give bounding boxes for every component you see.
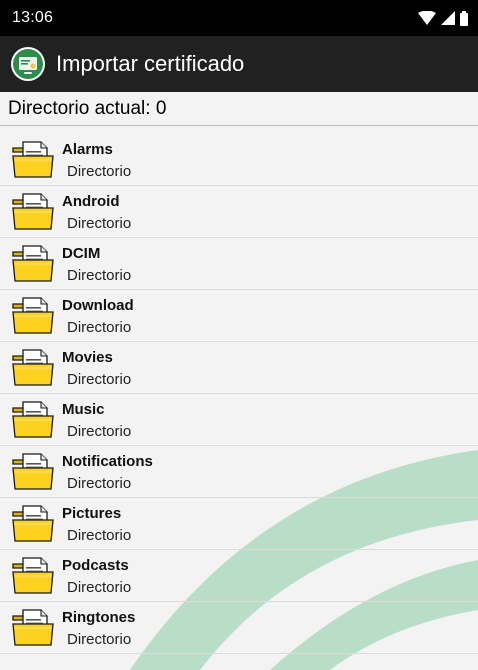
list-item[interactable]: Android Directorio [0, 186, 478, 238]
status-time: 13:06 [12, 9, 54, 26]
folder-icon [12, 349, 54, 386]
item-name: Alarms [62, 141, 113, 158]
folder-icon [12, 401, 54, 438]
folder-icon [12, 297, 54, 334]
folder-icon [12, 245, 54, 282]
folder-icon [12, 609, 54, 646]
item-type: Directorio [67, 475, 132, 492]
item-name: Ringtones [62, 609, 136, 626]
directory-list: Alarms Directorio Android Directorio DCI… [0, 134, 478, 654]
list-item[interactable]: Pictures Directorio [0, 498, 478, 550]
list-item[interactable]: Download Directorio [0, 290, 478, 342]
item-type: Directorio [67, 267, 132, 284]
current-directory-label: Directorio actual: 0 [8, 97, 167, 119]
folder-icon [12, 557, 54, 594]
list-item[interactable]: Ringtones Directorio [0, 602, 478, 654]
item-name: Music [62, 401, 105, 418]
signal-icon [441, 11, 455, 25]
item-type: Directorio [67, 163, 132, 180]
list-item[interactable]: Music Directorio [0, 394, 478, 446]
certificate-app-logo-icon[interactable] [10, 46, 46, 82]
app-bar: Importar certificado [0, 36, 478, 92]
battery-icon [460, 10, 468, 26]
item-name: Movies [62, 349, 113, 366]
list-item[interactable]: Notifications Directorio [0, 446, 478, 498]
item-name: DCIM [62, 245, 101, 262]
folder-icon [12, 453, 54, 490]
list-item[interactable]: Alarms Directorio [0, 134, 478, 186]
folder-icon [12, 505, 54, 542]
list-item[interactable]: DCIM Directorio [0, 238, 478, 290]
item-name: Pictures [62, 505, 122, 522]
item-name: Download [62, 297, 134, 314]
item-type: Directorio [67, 319, 132, 336]
list-item[interactable]: Podcasts Directorio [0, 550, 478, 602]
item-name: Notifications [62, 453, 153, 470]
item-type: Directorio [67, 215, 132, 232]
item-type: Directorio [67, 527, 132, 544]
app-title: Importar certificado [56, 51, 245, 76]
item-type: Directorio [67, 371, 132, 388]
status-bar: 13:06 [0, 0, 478, 36]
item-type: Directorio [67, 423, 132, 440]
item-type: Directorio [67, 579, 132, 596]
folder-icon [12, 141, 54, 178]
folder-icon [12, 193, 54, 230]
wifi-icon [418, 11, 436, 25]
item-type: Directorio [67, 631, 132, 648]
current-directory-header: Directorio actual: 0 [0, 92, 478, 126]
item-name: Android [62, 193, 120, 210]
list-item[interactable]: Movies Directorio [0, 342, 478, 394]
item-name: Podcasts [62, 557, 129, 574]
